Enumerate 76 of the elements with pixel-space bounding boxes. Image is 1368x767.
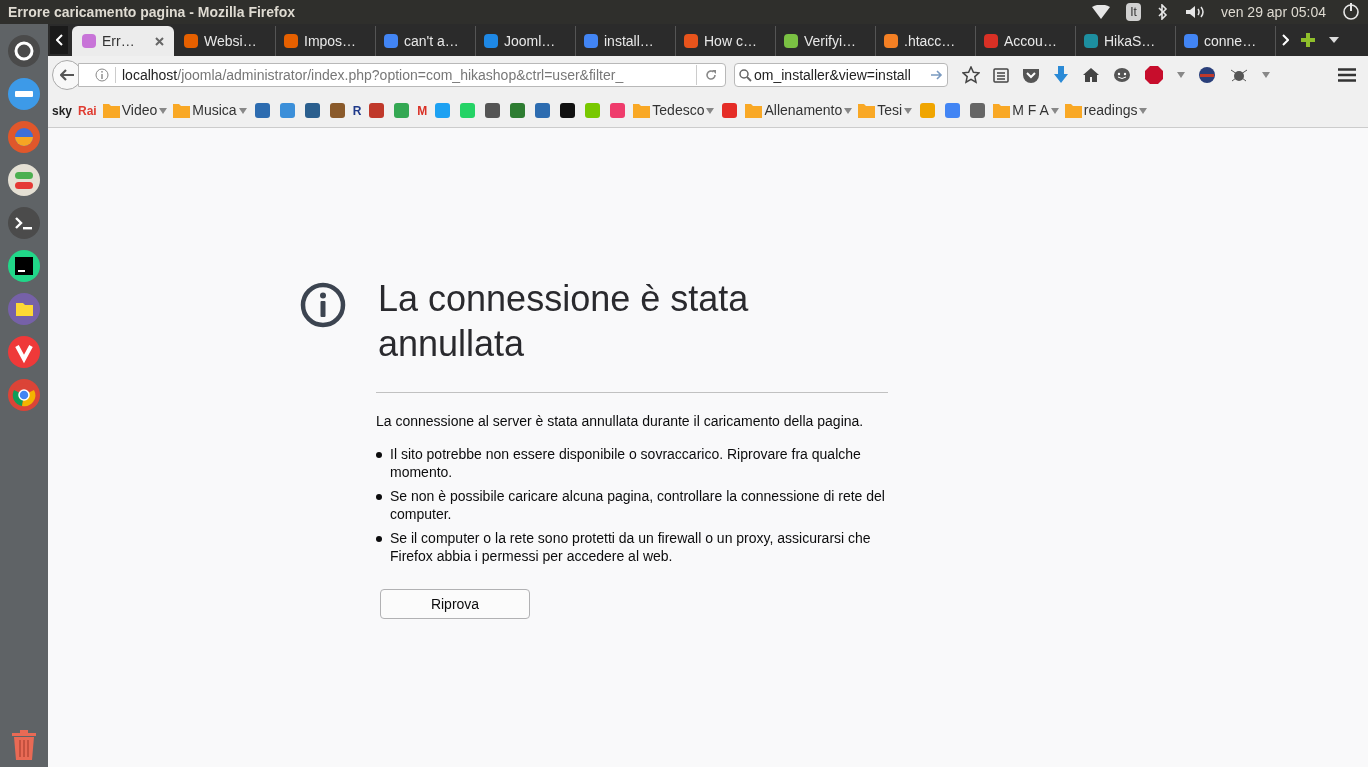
download-icon[interactable]: [1053, 66, 1069, 84]
dropdown-icon: [159, 107, 168, 114]
folder-icon: [102, 103, 120, 118]
search-field[interactable]: om_installer&view=install: [734, 63, 948, 87]
bookmark-folder[interactable]: M F A: [993, 100, 1059, 121]
plus-icon: [1301, 33, 1315, 47]
dropdown-icon: [238, 107, 247, 114]
error-title: La connessione è stata annullata: [378, 277, 750, 366]
reload-icon[interactable]: [705, 69, 717, 81]
smiley-icon[interactable]: [1113, 67, 1131, 83]
window-title: Errore caricamento pagina - Mozilla Firefox: [8, 2, 296, 22]
bullet-text: Se non è possibile caricare alcuna pagina, controllare la connessione di rete del computer.: [390, 487, 886, 523]
folder-icon: [858, 103, 876, 118]
star-icon[interactable]: [962, 66, 980, 84]
dropdown-icon: [1139, 107, 1148, 114]
bookmark-folder[interactable]: Allenamento: [745, 100, 853, 121]
dropdown-icon[interactable]: [1262, 72, 1270, 78]
search-text: om_installer&view=install: [754, 65, 911, 85]
bookmark-logo[interactable]: M: [417, 104, 428, 117]
reading-list-icon[interactable]: [993, 67, 1009, 83]
bookmark-icon[interactable]: [560, 103, 576, 118]
bluetooth-icon[interactable]: [1156, 4, 1169, 20]
info-icon[interactable]: [95, 68, 109, 82]
toggles-app-icon[interactable]: [5, 161, 43, 199]
url-path: /joomla/administrator/index.php?option=com_hikashop&ctrl=user&filter_: [177, 65, 624, 85]
chevron-left-icon: [55, 34, 63, 46]
folder-icon: [745, 103, 763, 118]
globe-icon[interactable]: [1198, 66, 1216, 84]
dropdown-icon: [904, 107, 913, 114]
bookmark-logo[interactable]: Rai: [78, 104, 97, 117]
pocket-icon[interactable]: [1022, 67, 1040, 83]
bullet-icon: [376, 536, 382, 542]
folder-icon: [633, 103, 651, 118]
arrow-right-icon[interactable]: [931, 69, 943, 81]
bullet-icon: [376, 494, 382, 500]
bookmark-logo[interactable]: R: [352, 104, 362, 117]
chevron-right-icon: [1281, 34, 1289, 46]
retry-button[interactable]: Riprova: [380, 589, 530, 619]
volume-icon[interactable]: [1184, 5, 1205, 19]
bookmark-folder[interactable]: Tesi: [858, 100, 913, 121]
info-icon: [300, 282, 346, 328]
bookmark-folder[interactable]: readings: [1064, 100, 1148, 121]
dropdown-icon: [844, 107, 853, 114]
bookmark-folder[interactable]: Tedesco: [633, 100, 715, 121]
folder-icon: [993, 103, 1011, 118]
bug-icon[interactable]: [1229, 67, 1249, 83]
wifi-icon[interactable]: [1092, 5, 1111, 19]
dropdown-icon[interactable]: [1177, 72, 1185, 78]
bullet-text: Il sito potrebbe non essere disponibile o sovraccarico. Riprovare fra qualche momento.: [390, 445, 862, 481]
bookmark-folder[interactable]: Video: [102, 100, 168, 121]
dropdown-icon: [1329, 37, 1339, 43]
clock[interactable]: ven 29 apr 05:04: [1220, 1, 1326, 23]
error-description: La connessione al server è stata annullata durante il caricamento della pagina.: [376, 412, 865, 430]
dropdown-icon: [706, 107, 715, 114]
keyboard-indicator[interactable]: It: [1126, 3, 1141, 21]
folder-icon: [1064, 103, 1082, 118]
browser-tab[interactable]: Err…: [72, 26, 174, 56]
terminal-app-icon[interactable]: [5, 204, 43, 242]
stop-sign-icon[interactable]: [1144, 65, 1164, 85]
search-icon: [739, 68, 752, 82]
home-icon[interactable]: [1082, 67, 1100, 83]
folder-icon: [173, 103, 191, 118]
dropdown-icon: [1050, 107, 1059, 114]
bookmark-folder[interactable]: Musica: [173, 100, 247, 121]
url-field[interactable]: localhost/joomla/administrator/index.php?option=com_hikashop&ctrl=user&filter_: [78, 63, 726, 87]
arrow-left-icon: [60, 69, 74, 81]
bullet-text: Se il computer o la rete sono protetti da un firewall o un proxy, assicurarsi che Firefox abbia i permessi per accedere al web.: [390, 529, 872, 565]
tab-scroll-left-button[interactable]: [50, 26, 68, 54]
bookmark-logo[interactable]: sky: [52, 104, 73, 117]
bullet-icon: [376, 452, 382, 458]
menu-icon: [1338, 68, 1356, 82]
bookmark-icon[interactable]: [485, 103, 501, 118]
files-app-icon[interactable]: [5, 290, 43, 328]
url-host: localhost: [122, 65, 178, 85]
power-icon[interactable]: [1342, 3, 1360, 21]
close-icon[interactable]: [155, 36, 164, 46]
